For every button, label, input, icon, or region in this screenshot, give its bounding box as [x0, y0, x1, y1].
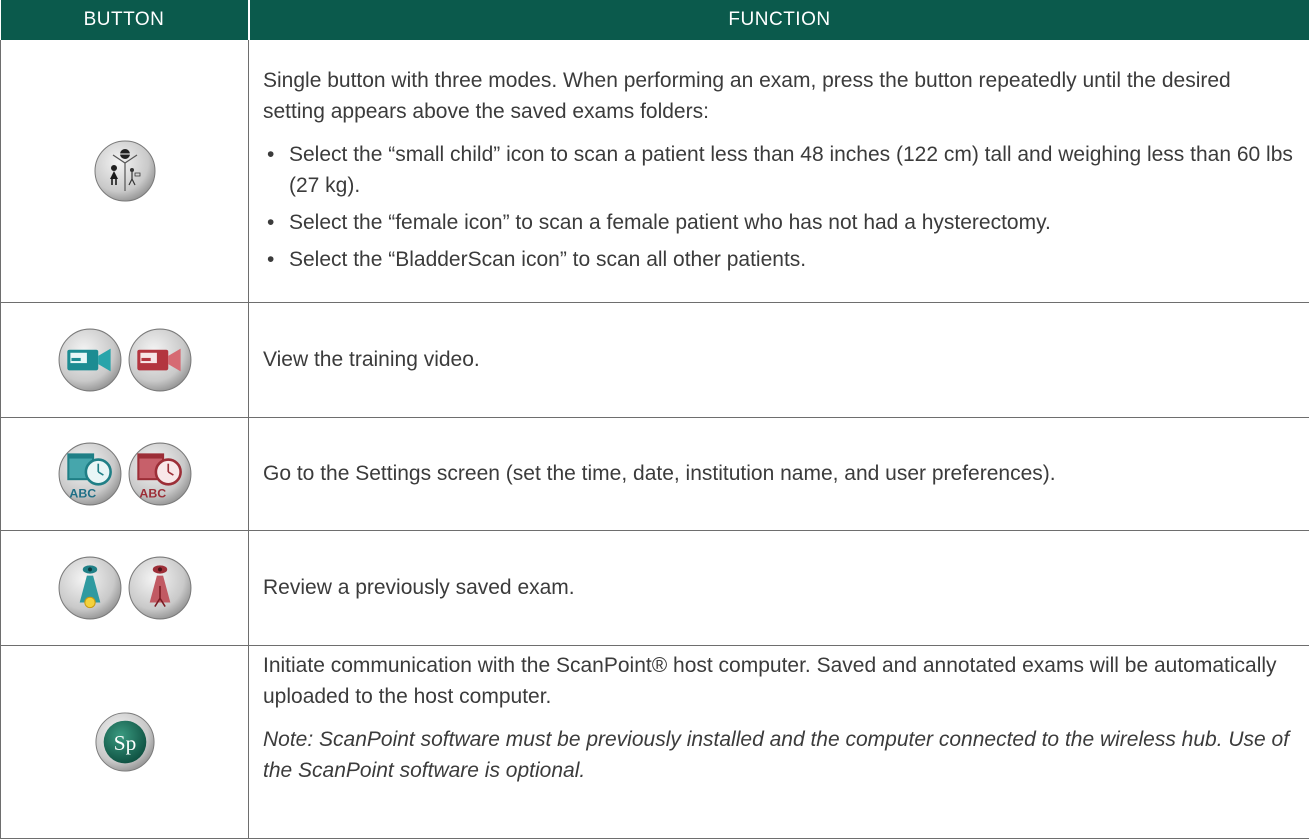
- video-camera-teal-icon: [57, 327, 123, 393]
- mode-intro-text: Single button with three modes. When per…: [263, 65, 1295, 127]
- table-row: ABC ABC Go to the Settings screen (set t…: [1, 418, 1309, 531]
- settings-calendar-clock-teal-icon: ABC: [57, 441, 123, 507]
- header-button: BUTTON: [1, 0, 249, 40]
- settings-abc-label: ABC: [69, 487, 96, 501]
- list-item: Select the “female icon” to scan a femal…: [263, 207, 1295, 238]
- table-row: View the training video.: [1, 303, 1309, 418]
- review-exam-red-icon: [127, 555, 193, 621]
- list-item: Select the “BladderScan icon” to scan al…: [263, 244, 1295, 275]
- review-function-text: Review a previously saved exam.: [263, 572, 1295, 603]
- table-row: Sp Initiate communication with the ScanP…: [1, 646, 1309, 839]
- mode-child-female-bladder-icon: [93, 139, 157, 203]
- scanpoint-note-text: Note: ScanPoint software must be previou…: [263, 724, 1295, 786]
- table-row: Single button with three modes. When per…: [1, 40, 1309, 303]
- review-exam-teal-icon: [57, 555, 123, 621]
- mode-bullet-list: Select the “small child” icon to scan a …: [263, 139, 1295, 275]
- scanpoint-sp-icon: Sp: [94, 711, 156, 773]
- button-function-table: BUTTON FUNCTION: [0, 0, 1309, 839]
- scanpoint-function-text: Initiate communication with the ScanPoin…: [263, 650, 1295, 712]
- video-function-text: View the training video.: [263, 344, 1295, 375]
- settings-function-text: Go to the Settings screen (set the time,…: [263, 458, 1295, 489]
- header-function: FUNCTION: [249, 0, 1309, 40]
- table-row: Review a previously saved exam.: [1, 531, 1309, 646]
- table-header-row: BUTTON FUNCTION: [1, 0, 1309, 40]
- list-item: Select the “small child” icon to scan a …: [263, 139, 1295, 201]
- settings-abc-label: ABC: [139, 487, 166, 501]
- scanpoint-sp-label: Sp: [113, 731, 136, 755]
- video-camera-red-icon: [127, 327, 193, 393]
- settings-calendar-clock-red-icon: ABC: [127, 441, 193, 507]
